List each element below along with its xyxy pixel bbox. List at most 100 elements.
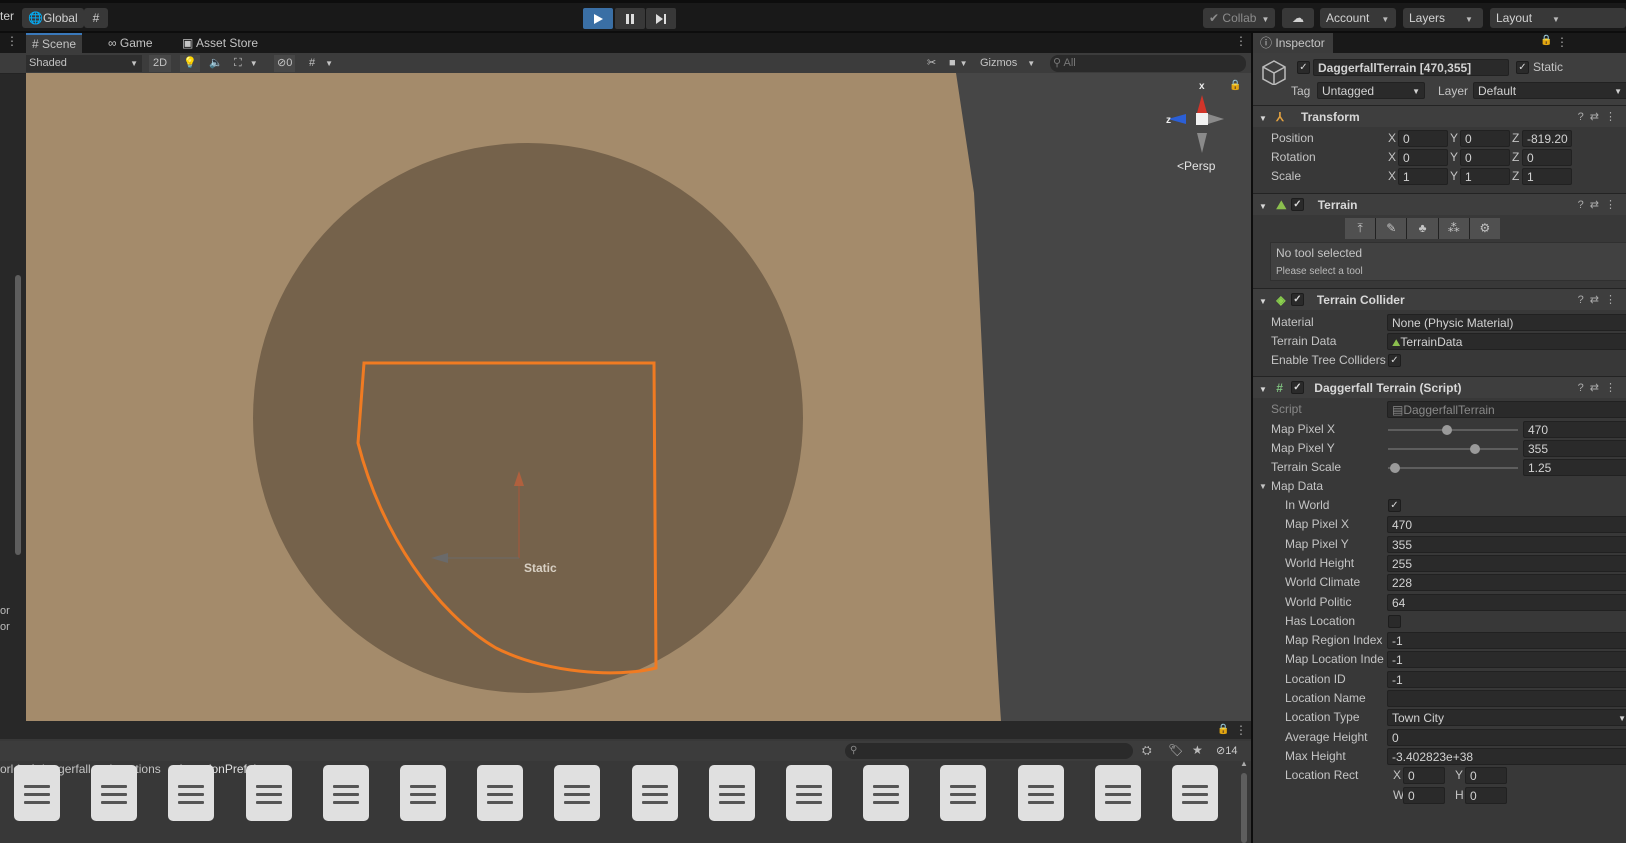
- lighting-toggle[interactable]: 💡: [180, 55, 200, 72]
- cloud-button[interactable]: ☁: [1282, 8, 1314, 28]
- tab-game[interactable]: ∞ Game: [102, 33, 159, 53]
- scale-x-field[interactable]: 1: [1398, 168, 1448, 185]
- more-options-icon[interactable]: ⋮: [1235, 723, 1247, 737]
- scale-y-field[interactable]: 1: [1460, 168, 1510, 185]
- help-icon[interactable]: ?: [1578, 382, 1590, 394]
- transform-header[interactable]: ▼ ⅄ Transform ?⇄⋮: [1253, 105, 1626, 127]
- effects-dropdown[interactable]: ⛶ ▼: [231, 55, 261, 72]
- prefab-file-icon[interactable]: [940, 765, 987, 821]
- map-pixel-x-slider[interactable]: [1388, 429, 1518, 431]
- preset-icon[interactable]: ⇄: [1590, 382, 1605, 394]
- tab-asset-store[interactable]: ▣ Asset Store: [176, 33, 264, 53]
- map-pixel-x-field[interactable]: 470: [1523, 421, 1626, 438]
- more-options-icon[interactable]: ⋮: [1605, 199, 1622, 211]
- scene-viewport[interactable]: Static x z 🔒 <Persp: [26, 73, 1251, 721]
- tag-dropdown[interactable]: Untagged ▼: [1317, 82, 1425, 99]
- terrain-collider-header[interactable]: ▼ ◈ ✓ Terrain Collider ?⇄⋮: [1253, 288, 1626, 310]
- slider-knob[interactable]: [1441, 425, 1452, 435]
- object-name-field[interactable]: DaggerfallTerrain [470,355]: [1313, 59, 1509, 76]
- map-data-field[interactable]: 255: [1387, 554, 1626, 572]
- script-enabled-checkbox[interactable]: ✓: [1291, 381, 1304, 394]
- global-pivot-button[interactable]: 🌐Global: [22, 8, 84, 28]
- account-dropdown[interactable]: Account ▼: [1320, 8, 1396, 28]
- prefab-file-icon[interactable]: [14, 765, 60, 821]
- lock-icon[interactable]: 🔒: [1217, 724, 1229, 735]
- lock-icon[interactable]: 🔒: [1540, 35, 1552, 46]
- map-data-field[interactable]: 0: [1387, 728, 1626, 746]
- material-field[interactable]: None (Physic Material): [1387, 314, 1626, 331]
- layer-dropdown[interactable]: Default ▼: [1473, 82, 1626, 99]
- prefab-file-icon[interactable]: [1017, 765, 1064, 821]
- map-data-field[interactable]: 64: [1387, 593, 1626, 611]
- project-scrollbar[interactable]: ▲: [1238, 759, 1250, 843]
- component-actions[interactable]: ?⇄⋮: [1578, 377, 1622, 399]
- tag-icon[interactable]: 🏷: [1168, 743, 1183, 757]
- filter-type-icon[interactable]: ⛭: [1142, 743, 1152, 758]
- terrain-scale-field[interactable]: 1.25: [1523, 459, 1626, 476]
- more-options-icon[interactable]: ⋮: [6, 34, 18, 48]
- prefab-file-icon[interactable]: [631, 765, 678, 821]
- star-icon[interactable]: ★: [1192, 743, 1203, 757]
- prefab-file-icon[interactable]: [708, 765, 755, 821]
- hidden-objects-toggle[interactable]: ⊘0: [274, 55, 296, 72]
- left-panel-scrollbar[interactable]: [12, 75, 24, 695]
- map-data-field[interactable]: -1: [1387, 651, 1626, 669]
- help-icon[interactable]: ?: [1578, 111, 1590, 123]
- orientation-gizmo[interactable]: x z: [1166, 81, 1236, 163]
- component-actions[interactable]: ?⇄⋮: [1578, 289, 1622, 311]
- camera-dropdown[interactable]: ■ ▼: [946, 55, 971, 72]
- prefab-file-icon[interactable]: [400, 765, 446, 821]
- rotation-x-field[interactable]: 0: [1398, 149, 1448, 166]
- shading-mode-dropdown[interactable]: Shaded ▼: [26, 55, 142, 72]
- terrain-enabled-checkbox[interactable]: ✓: [1291, 198, 1304, 211]
- prefab-file-icon[interactable]: [786, 765, 832, 821]
- rotation-z-field[interactable]: 0: [1522, 149, 1572, 166]
- prefab-file-icon[interactable]: [554, 765, 601, 821]
- snap-grid-button[interactable]: #: [84, 8, 108, 28]
- map-pixel-y-slider[interactable]: [1388, 448, 1518, 450]
- paint-terrain-tool[interactable]: ✎: [1376, 218, 1408, 239]
- map-data-field[interactable]: [1387, 690, 1626, 707]
- terrain-header[interactable]: ▼ ⛰ ✓ Terrain ?⇄⋮: [1253, 193, 1626, 215]
- prefab-file-icon[interactable]: [477, 765, 524, 821]
- more-options-icon[interactable]: ⋮: [1556, 35, 1568, 49]
- prefab-file-icon[interactable]: [1172, 765, 1218, 821]
- position-y-field[interactable]: 0: [1460, 130, 1510, 147]
- scrollbar-thumb[interactable]: [1241, 773, 1247, 843]
- terrain-data-field[interactable]: ⛰TerrainData: [1387, 333, 1626, 350]
- rotation-y-field[interactable]: 0: [1460, 149, 1510, 166]
- map-data-field[interactable]: -3.402823e+38: [1387, 747, 1626, 765]
- map-data-field[interactable]: 355: [1387, 535, 1626, 553]
- preset-icon[interactable]: ⇄: [1590, 111, 1605, 123]
- rect-w-field[interactable]: 0: [1403, 786, 1445, 804]
- play-button[interactable]: [583, 8, 613, 29]
- map-data-foldout[interactable]: ▼ Map Data: [1253, 477, 1626, 496]
- position-x-field[interactable]: 0: [1398, 130, 1448, 147]
- more-options-icon[interactable]: ⋮: [1605, 111, 1622, 123]
- scale-z-field[interactable]: 1: [1522, 168, 1572, 185]
- map-data-checkbox[interactable]: [1388, 614, 1401, 628]
- tab-inspector[interactable]: ⓘ Inspector: [1253, 33, 1333, 53]
- terrain-scale-slider[interactable]: [1388, 467, 1518, 469]
- layout-dropdown[interactable]: Layout ▼: [1490, 8, 1626, 28]
- component-actions[interactable]: ?⇄⋮: [1578, 194, 1622, 216]
- active-checkbox[interactable]: ✓: [1297, 61, 1310, 74]
- scrollbar-thumb[interactable]: [15, 275, 21, 555]
- project-search-input[interactable]: ⚲: [845, 743, 1133, 759]
- map-pixel-y-field[interactable]: 355: [1523, 440, 1626, 457]
- position-z-field[interactable]: -819.20: [1522, 130, 1572, 147]
- scene-search-input[interactable]: ⚲ All: [1050, 55, 1246, 72]
- prefab-file-icon[interactable]: [863, 765, 910, 821]
- collider-enabled-checkbox[interactable]: ✓: [1291, 293, 1304, 306]
- map-data-field[interactable]: 470: [1387, 516, 1626, 534]
- map-data-checkbox[interactable]: ✓: [1388, 499, 1401, 512]
- prefab-file-icon[interactable]: [91, 765, 138, 821]
- collab-button[interactable]: ✔ Collab ▼: [1203, 8, 1276, 28]
- paint-trees-tool[interactable]: ♣: [1407, 218, 1439, 239]
- more-options-icon[interactable]: ⋮: [1605, 294, 1622, 306]
- tools-button[interactable]: ✂: [924, 55, 939, 72]
- static-checkbox[interactable]: ✓: [1516, 61, 1529, 74]
- prefab-file-icon[interactable]: [168, 765, 215, 821]
- map-data-field[interactable]: -1: [1387, 632, 1626, 650]
- slider-knob[interactable]: [1470, 444, 1481, 454]
